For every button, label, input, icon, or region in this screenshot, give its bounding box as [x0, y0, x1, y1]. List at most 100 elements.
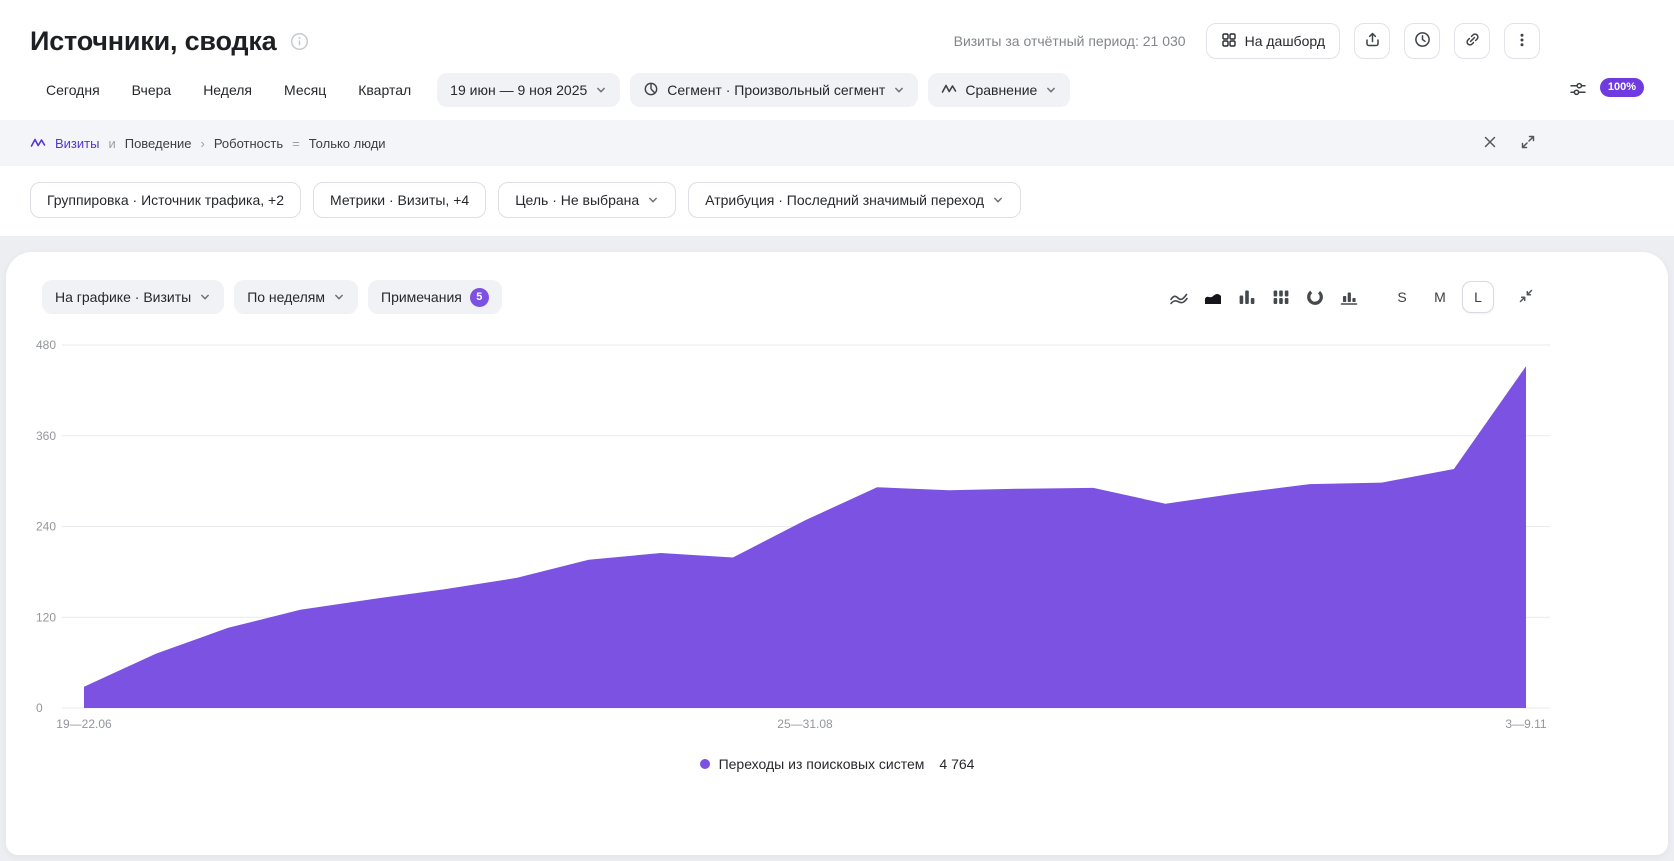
segment-metric-link[interactable]: Визиты [55, 136, 99, 151]
period-tab-week[interactable]: Неделя [187, 73, 268, 107]
line-chart-icon [1169, 287, 1189, 307]
header-actions: Визиты за отчётный период: 21 030 На даш… [954, 23, 1540, 59]
filter-row: Сегодня Вчера Неделя Месяц Квартал 19 ию… [0, 62, 1674, 108]
period-tab-yesterday[interactable]: Вчера [116, 73, 188, 107]
chevron-down-icon [992, 194, 1004, 206]
chevron-down-icon [893, 84, 905, 96]
chevron-down-icon [595, 84, 607, 96]
chart-size-medium[interactable]: M [1424, 281, 1456, 313]
visits-area-chart[interactable]: 012024036048019—22.0625—31.083—9.11 [36, 322, 1638, 742]
chart-controls: На графике · Визиты По неделям Примечани… [42, 280, 1638, 314]
notes-button[interactable]: Примечания 5 [368, 280, 502, 314]
goal-selector[interactable]: Цель · Не выбрана [498, 182, 676, 218]
chart-size-group: S M L [1386, 281, 1494, 313]
chevron-down-icon [333, 291, 345, 303]
legend-value: 4 764 [939, 756, 974, 772]
sampling-badge[interactable]: 100% [1600, 78, 1644, 97]
chevron-right-icon: › [200, 136, 204, 151]
more-menu-button[interactable] [1504, 23, 1540, 59]
collapse-icon [1518, 288, 1534, 307]
metrica-sources-page: Источники, сводка Визиты за отчётный пер… [0, 0, 1674, 861]
svg-text:360: 360 [36, 429, 56, 443]
metric-pulse-icon [30, 135, 46, 151]
area-chart-type-button[interactable] [1198, 282, 1228, 312]
grouping-selector-label: Группировка · Источник трафика, +2 [47, 192, 284, 208]
chart-legend[interactable]: Переходы из поисковых систем 4 764 [36, 756, 1638, 772]
attribution-selector-label: Атрибуция · Последний значимый переход [705, 192, 984, 208]
segment-operator: = [292, 136, 300, 151]
report-settings-row: Группировка · Источник трафика, +2 Метри… [0, 166, 1674, 236]
segment-value[interactable]: Только люди [309, 136, 386, 151]
notes-button-label: Примечания [381, 289, 462, 305]
collapse-wrap [1514, 285, 1538, 309]
period-tab-month[interactable]: Месяц [268, 73, 342, 107]
notes-count-badge: 5 [470, 288, 489, 307]
on-chart-selector[interactable]: На графике · Визиты [42, 280, 224, 314]
dashboard-button[interactable]: На дашборд [1206, 23, 1340, 59]
metrics-selector[interactable]: Метрики · Визиты, +4 [313, 182, 486, 218]
share-icon [1364, 31, 1381, 51]
compare-selector-label: Сравнение [965, 82, 1037, 98]
pie-chart-type-button[interactable] [1300, 282, 1330, 312]
dashboard-icon [1221, 32, 1237, 51]
segment-selector[interactable]: Сегмент · Произвольный сегмент [630, 73, 918, 107]
date-range-picker[interactable]: 19 июн — 9 ноя 2025 [437, 73, 620, 107]
segment-group[interactable]: Поведение [125, 136, 192, 151]
info-icon[interactable] [288, 30, 310, 52]
area-chart-icon [1203, 287, 1223, 307]
chevron-down-icon [1045, 84, 1057, 96]
svg-text:3—9.11: 3—9.11 [1505, 717, 1546, 731]
chart-view-controls: S M L [1164, 281, 1538, 313]
chevron-down-icon [647, 194, 659, 206]
sampling-control: 100% [1560, 72, 1644, 108]
close-icon [1482, 134, 1498, 153]
chart-collapse-button[interactable] [1514, 285, 1538, 309]
svg-text:120: 120 [36, 610, 56, 624]
goal-selector-label: Цель · Не выбрана [515, 192, 639, 208]
pie-chart-icon [1305, 287, 1325, 307]
chart-card: На графике · Визиты По неделям Примечани… [6, 252, 1668, 855]
copy-link-button[interactable] [1454, 23, 1490, 59]
area-series [84, 366, 1526, 708]
segment-expand-button[interactable] [1516, 131, 1540, 155]
compare-selector[interactable]: Сравнение [928, 73, 1070, 107]
attribution-selector[interactable]: Атрибуция · Последний значимый переход [688, 182, 1021, 218]
stacked-bar-chart-icon [1271, 287, 1291, 307]
on-chart-selector-label: На графике · Визиты [55, 289, 191, 305]
stacked-bar-chart-type-button[interactable] [1266, 282, 1296, 312]
chevron-down-icon [199, 291, 211, 303]
column-chart-type-button[interactable] [1334, 282, 1364, 312]
sampling-settings-button[interactable] [1560, 72, 1596, 108]
dashboard-button-label: На дашборд [1245, 33, 1325, 49]
period-tab-today[interactable]: Сегодня [30, 73, 116, 107]
segment-attribute[interactable]: Роботность [214, 136, 283, 151]
segment-bar: Визиты и Поведение › Роботность = Только… [0, 120, 1674, 166]
link-icon [1464, 31, 1481, 51]
segment-bar-actions [1478, 131, 1540, 155]
history-button[interactable] [1404, 23, 1440, 59]
top-section: Источники, сводка Визиты за отчётный пер… [0, 0, 1674, 236]
expand-icon [1520, 134, 1536, 153]
grouping-selector[interactable]: Группировка · Источник трафика, +2 [30, 182, 301, 218]
svg-text:19—22.06: 19—22.06 [56, 717, 112, 731]
svg-text:240: 240 [36, 520, 56, 534]
chart-size-small[interactable]: S [1386, 281, 1418, 313]
bar-chart-type-button[interactable] [1232, 282, 1262, 312]
content-wrap: На графике · Визиты По неделям Примечани… [0, 236, 1674, 861]
granularity-selector[interactable]: По неделям [234, 280, 358, 314]
share-button[interactable] [1354, 23, 1390, 59]
column-chart-icon [1339, 287, 1359, 307]
line-chart-type-button[interactable] [1164, 282, 1194, 312]
sliders-icon [1569, 80, 1587, 101]
kebab-icon [1514, 32, 1530, 51]
period-tab-quarter[interactable]: Квартал [342, 73, 427, 107]
period-tabs: Сегодня Вчера Неделя Месяц Квартал [30, 73, 427, 107]
compare-icon [941, 81, 957, 100]
legend-dot [700, 759, 710, 769]
segment-conjunction: и [108, 136, 115, 151]
chart-size-large[interactable]: L [1462, 281, 1494, 313]
granularity-selector-label: По неделям [247, 289, 325, 305]
segment-clear-button[interactable] [1478, 131, 1502, 155]
header: Источники, сводка Визиты за отчётный пер… [0, 0, 1674, 62]
header-left: Источники, сводка [30, 26, 310, 57]
